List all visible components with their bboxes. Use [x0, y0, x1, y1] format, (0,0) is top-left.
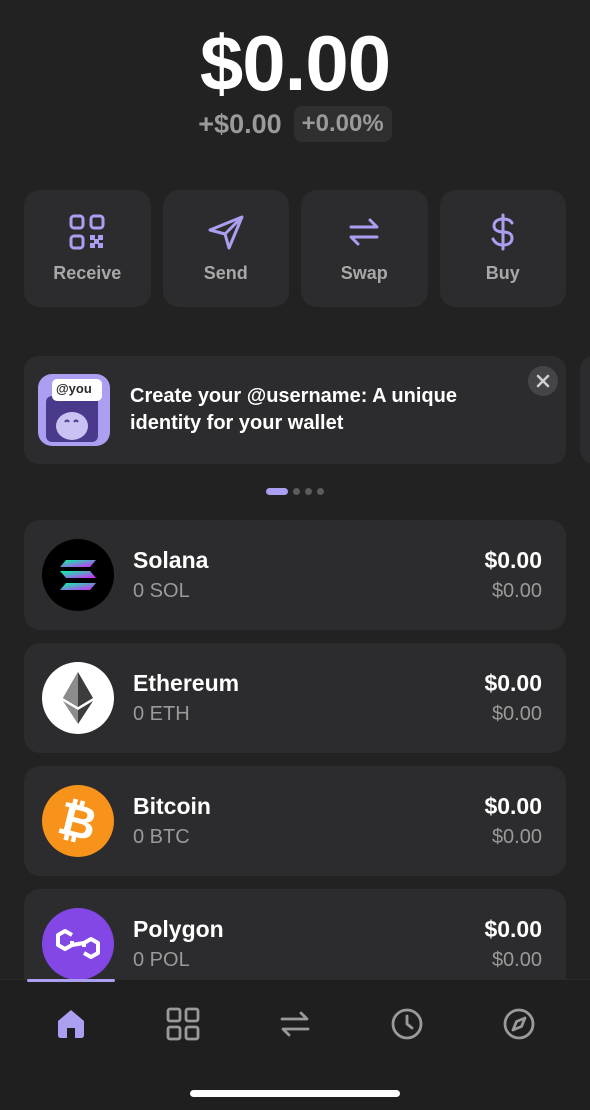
username-illustration: @you — [38, 374, 110, 446]
username-badge: @you — [56, 381, 92, 396]
token-value: $0.00 — [484, 793, 542, 819]
close-icon — [536, 374, 550, 388]
tab-home[interactable] — [31, 1002, 111, 1046]
carousel-dots — [0, 488, 590, 495]
next-banner-peek — [580, 356, 590, 464]
token-row-ethereum[interactable]: Ethereum 0 ETH $0.00 $0.00 — [24, 643, 566, 753]
token-value: $0.00 — [484, 547, 542, 573]
balance-change-row: +$0.00 +0.00% — [0, 106, 590, 142]
token-change: $0.00 — [491, 949, 542, 971]
carousel-dot[interactable] — [293, 488, 300, 495]
home-icon — [58, 1010, 84, 1038]
username-promo-banner[interactable]: @you Create your @username: A unique ide… — [24, 356, 566, 464]
active-tab-indicator — [27, 979, 115, 982]
token-amount: 0 POL — [133, 949, 190, 971]
carousel-dot[interactable] — [305, 488, 312, 495]
polygon-logo-icon — [42, 908, 114, 980]
receive-button[interactable]: Receive — [24, 190, 151, 307]
buy-button[interactable]: Buy — [439, 190, 566, 307]
token-change: $0.00 — [491, 703, 542, 725]
token-name: Bitcoin — [133, 793, 211, 819]
buy-label: Buy — [485, 263, 520, 283]
token-row-bitcoin[interactable]: ₿ Bitcoin 0 BTC $0.00 $0.00 — [24, 766, 566, 876]
compass-icon — [503, 1008, 535, 1040]
swap-icon — [280, 1011, 310, 1037]
ethereum-logo-icon — [42, 662, 114, 734]
token-amount: 0 SOL — [133, 580, 190, 602]
grid-icon — [166, 1007, 200, 1041]
token-name: Polygon — [133, 916, 224, 942]
token-change: $0.00 — [491, 826, 542, 848]
token-value: $0.00 — [484, 670, 542, 696]
swap-icon — [349, 218, 379, 246]
send-icon — [208, 215, 244, 250]
swap-label: Swap — [340, 263, 388, 283]
carousel-dot-active[interactable] — [266, 488, 288, 495]
tab-explore[interactable] — [479, 1002, 559, 1046]
token-name: Solana — [133, 547, 209, 573]
bitcoin-logo-icon: ₿ — [42, 785, 114, 857]
tab-activity[interactable] — [367, 1002, 447, 1046]
solana-logo-icon — [42, 539, 114, 611]
carousel-dot[interactable] — [317, 488, 324, 495]
tab-swap[interactable] — [255, 1002, 335, 1046]
close-banner-button[interactable] — [528, 366, 558, 396]
token-change: $0.00 — [491, 580, 542, 602]
home-indicator[interactable] — [190, 1090, 400, 1097]
clock-icon — [391, 1008, 423, 1040]
tab-collectibles[interactable] — [143, 1002, 223, 1046]
balance-change-usd: +$0.00 — [198, 108, 282, 139]
token-amount: 0 ETH — [133, 703, 190, 725]
swap-button[interactable]: Swap — [301, 190, 428, 307]
token-name: Ethereum — [133, 670, 240, 696]
balance-total: $0.00 — [199, 19, 391, 107]
balance-change-percent: +0.00% — [293, 106, 392, 142]
token-amount: 0 BTC — [133, 826, 190, 848]
send-label: Send — [203, 263, 248, 283]
send-button[interactable]: Send — [162, 190, 289, 307]
token-row-solana[interactable]: Solana 0 SOL $0.00 $0.00 — [24, 520, 566, 630]
dollar-icon — [491, 213, 514, 251]
banner-text: Create your @username: A unique identity… — [130, 385, 457, 434]
receive-label: Receive — [53, 263, 122, 283]
token-value: $0.00 — [484, 916, 542, 942]
action-bar: Receive Send Swap Buy — [24, 190, 566, 307]
qr-code-icon — [69, 214, 105, 250]
